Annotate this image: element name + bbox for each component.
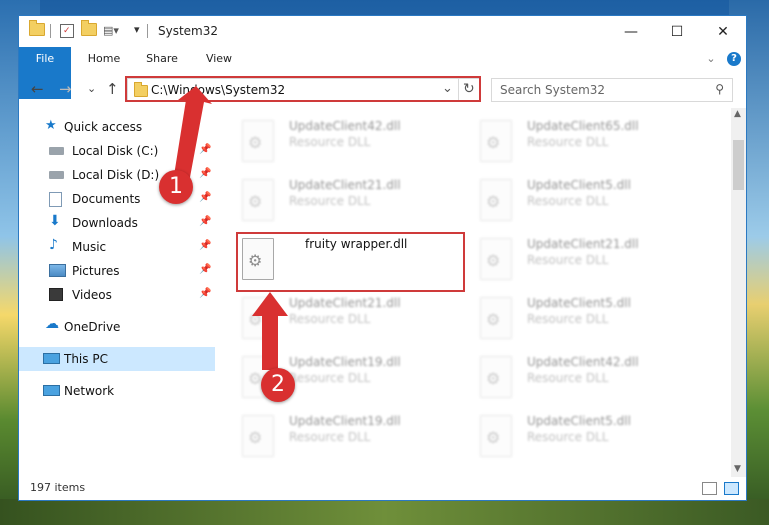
callout-arrows — [172, 86, 288, 370]
arrow-2 — [252, 292, 288, 370]
callout-two: 2 — [261, 368, 295, 402]
callout-one: 1 — [159, 170, 193, 204]
